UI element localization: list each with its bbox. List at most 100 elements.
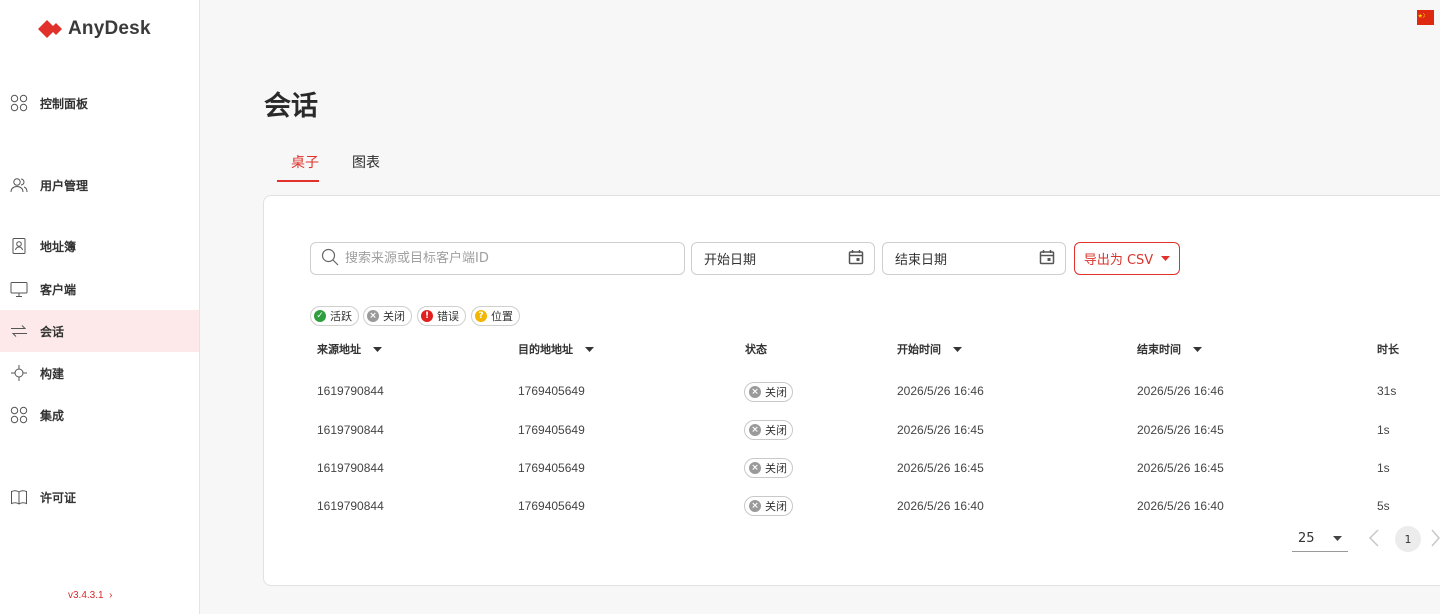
- page-number-button[interactable]: 1: [1395, 526, 1421, 552]
- end-date-field[interactable]: 结束日期: [882, 242, 1066, 275]
- cell-destination: 1769405649: [518, 461, 585, 475]
- tab-chart[interactable]: 图表: [352, 152, 380, 172]
- license-icon: [10, 488, 28, 506]
- column-header-label: 结束时间: [1137, 343, 1181, 356]
- column-header-label: 目的地地址: [518, 343, 573, 356]
- status-label: 关闭: [765, 500, 787, 513]
- status-badge: × 关闭: [744, 458, 793, 478]
- legend-chip-closed[interactable]: × 关闭: [363, 306, 412, 326]
- error-icon: !: [421, 310, 433, 322]
- status-label: 关闭: [765, 462, 787, 475]
- cell-start-time: 2026/5/26 16:45: [897, 423, 984, 437]
- legend-chip-active[interactable]: ✓ 活跃: [310, 306, 359, 326]
- calendar-icon[interactable]: [848, 249, 864, 269]
- sidebar-item-license[interactable]: 许可证: [0, 476, 199, 518]
- column-header-status: 状态: [745, 341, 767, 357]
- cell-source: 1619790844: [317, 384, 384, 398]
- start-date-placeholder: 开始日期: [704, 253, 757, 268]
- sidebar-item-label: 客户端: [40, 282, 77, 297]
- search-box[interactable]: [310, 242, 685, 275]
- status-badge: × 关闭: [744, 496, 793, 516]
- column-header-source[interactable]: 来源地址: [317, 341, 382, 357]
- column-header-start-time[interactable]: 开始时间: [897, 341, 962, 357]
- sort-down-icon: [1193, 343, 1202, 356]
- cell-destination: 1769405649: [518, 499, 585, 513]
- cell-source: 1619790844: [317, 461, 384, 475]
- cell-start-time: 2026/5/26 16:40: [897, 499, 984, 513]
- column-header-label: 开始时间: [897, 343, 941, 356]
- next-page-icon[interactable]: [1431, 528, 1440, 553]
- status-label: 关闭: [765, 424, 787, 437]
- cell-start-time: 2026/5/26 16:45: [897, 461, 984, 475]
- cell-source: 1619790844: [317, 499, 384, 513]
- legend-label: 错误: [437, 310, 459, 323]
- sidebar-item-clients[interactable]: 客户端: [0, 268, 199, 310]
- sidebar-item-users[interactable]: 用户管理: [0, 164, 199, 206]
- cell-start-time: 2026/5/26 16:46: [897, 384, 984, 398]
- version-link[interactable]: v3.4.3.1 ›: [68, 590, 112, 601]
- sidebar-item-label: 地址簿: [40, 239, 77, 254]
- sidebar-item-build[interactable]: 构建: [0, 352, 199, 394]
- sidebar-item-address-book[interactable]: 地址簿: [0, 225, 199, 267]
- anydesk-logo[interactable]: AnyDesk: [38, 18, 151, 40]
- sidebar-item-dashboard[interactable]: 控制面板: [0, 82, 199, 124]
- sidebar-item-label: 许可证: [40, 490, 77, 505]
- column-header-label: 状态: [745, 343, 767, 356]
- legend-chip-location[interactable]: ? 位置: [471, 306, 520, 326]
- cell-destination: 1769405649: [518, 384, 585, 398]
- app-window: AnyDesk 控制面板 用户管理 地址簿 客户端 会话 构建 集成 许可证 v…: [0, 0, 1440, 614]
- page-size-value: 25: [1298, 531, 1315, 546]
- cell-destination: 1769405649: [518, 423, 585, 437]
- sidebar-item-label: 会话: [40, 324, 65, 339]
- status-label: 关闭: [765, 386, 787, 399]
- x-circle-icon: ×: [749, 424, 761, 436]
- cell-end-time: 2026/5/26 16:46: [1137, 384, 1224, 398]
- legend-label: 关闭: [383, 310, 405, 323]
- sidebar-item-label: 控制面板: [40, 96, 89, 111]
- previous-page-icon[interactable]: [1368, 528, 1380, 553]
- legend-label: 活跃: [330, 310, 352, 323]
- column-header-destination[interactable]: 目的地地址: [518, 341, 594, 357]
- sidebar-item-label: 构建: [40, 366, 65, 381]
- x-circle-icon: ×: [749, 500, 761, 512]
- cell-end-time: 2026/5/26 16:40: [1137, 499, 1224, 513]
- status-badge: × 关闭: [744, 420, 793, 440]
- sessions-icon: [10, 322, 28, 340]
- sort-down-icon: [953, 343, 962, 356]
- cell-duration: 1s: [1377, 461, 1390, 475]
- end-date-placeholder: 结束日期: [895, 253, 948, 268]
- search-icon: [321, 248, 339, 270]
- app-name: AnyDesk: [68, 18, 151, 39]
- page-size-select[interactable]: 25: [1292, 526, 1348, 552]
- cell-duration: 31s: [1377, 384, 1397, 398]
- users-icon: [10, 176, 28, 194]
- monitor-icon: [10, 280, 28, 298]
- export-csv-button[interactable]: 导出为 CSV: [1074, 242, 1180, 275]
- cell-end-time: 2026/5/26 16:45: [1137, 423, 1224, 437]
- column-header-end-time[interactable]: 结束时间: [1137, 341, 1202, 357]
- question-icon: ?: [475, 310, 487, 322]
- column-header-label: 来源地址: [317, 343, 361, 356]
- calendar-icon[interactable]: [1039, 249, 1055, 269]
- page-title: 会话: [264, 91, 318, 122]
- tab-table[interactable]: 桌子: [291, 152, 319, 172]
- cell-duration: 5s: [1377, 499, 1390, 513]
- start-date-field[interactable]: 开始日期: [691, 242, 875, 275]
- sidebar-item-integrations[interactable]: 集成: [0, 394, 199, 436]
- chevron-right-icon: ›: [106, 590, 113, 601]
- search-input[interactable]: [345, 251, 665, 266]
- sidebar: AnyDesk 控制面板 用户管理 地址簿 客户端 会话 构建 集成 许可证 v…: [0, 0, 200, 614]
- sort-down-icon: [373, 343, 382, 356]
- caret-down-icon: [1161, 251, 1171, 266]
- dashboard-icon: [10, 94, 28, 112]
- x-circle-icon: ×: [367, 310, 379, 322]
- x-circle-icon: ×: [749, 462, 761, 474]
- sidebar-item-sessions[interactable]: 会话: [0, 310, 199, 352]
- legend-chip-error[interactable]: ! 错误: [417, 306, 466, 326]
- sort-down-icon: [585, 343, 594, 356]
- version-text: v3.4.3.1: [68, 590, 104, 601]
- anydesk-logo-icon: [38, 20, 62, 38]
- china-flag-icon[interactable]: [1417, 10, 1434, 25]
- export-csv-label: 导出为 CSV: [1083, 253, 1154, 268]
- sidebar-item-label: 集成: [40, 408, 65, 423]
